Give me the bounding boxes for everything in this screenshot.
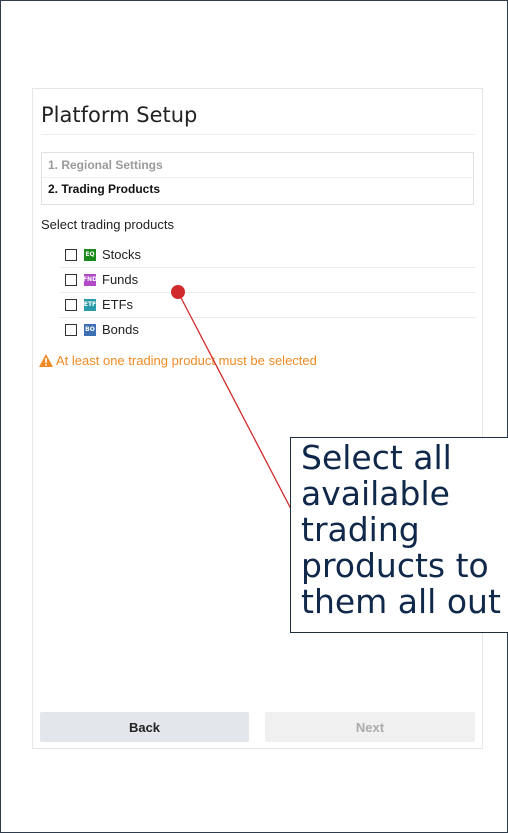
annotation-line: products to bbox=[301, 546, 489, 585]
row-divider bbox=[59, 292, 476, 293]
back-button[interactable]: Back bbox=[40, 712, 249, 742]
step-list: 1. Regional Settings 2. Trading Products bbox=[41, 152, 474, 205]
annotation-line: trading bbox=[301, 510, 420, 549]
annotation-line: them all out bbox=[301, 582, 501, 621]
warning-text: At least one trading product must be sel… bbox=[56, 353, 317, 368]
funds-label: Funds bbox=[102, 272, 139, 287]
product-row-stocks[interactable]: EQ Stocks bbox=[59, 244, 476, 265]
annotation-text: Select all available trading products to… bbox=[301, 440, 508, 620]
validation-warning: At least one trading product must be sel… bbox=[39, 353, 317, 368]
bonds-badge-icon: BO bbox=[84, 323, 96, 336]
etfs-label: ETFs bbox=[102, 297, 134, 312]
warning-icon bbox=[39, 354, 53, 367]
etfs-checkbox[interactable] bbox=[65, 298, 77, 311]
product-row-etfs[interactable]: ETF ETFs bbox=[59, 294, 476, 315]
row-divider bbox=[59, 267, 476, 268]
stocks-checkbox[interactable] bbox=[65, 248, 77, 261]
step-divider bbox=[42, 177, 473, 178]
step-regional-settings[interactable]: 1. Regional Settings bbox=[48, 158, 163, 172]
funds-checkbox[interactable] bbox=[65, 273, 77, 286]
product-row-bonds[interactable]: BO Bonds bbox=[59, 319, 476, 340]
stocks-label: Stocks bbox=[102, 247, 142, 262]
funds-badge-icon: FND bbox=[83, 273, 97, 286]
bonds-checkbox[interactable] bbox=[65, 323, 77, 336]
page-title: Platform Setup bbox=[41, 103, 198, 127]
etfs-badge-icon: ETF bbox=[84, 298, 96, 311]
step-trading-products[interactable]: 2. Trading Products bbox=[48, 182, 160, 196]
row-divider bbox=[59, 317, 476, 318]
section-label: Select trading products bbox=[41, 217, 174, 232]
bonds-label: Bonds bbox=[102, 322, 139, 337]
annotation-callout: Select all available trading products to… bbox=[290, 437, 508, 633]
product-row-funds[interactable]: FND Funds bbox=[59, 269, 476, 290]
next-button[interactable]: Next bbox=[265, 712, 475, 742]
stocks-badge-icon: EQ bbox=[84, 248, 96, 261]
title-divider bbox=[41, 134, 475, 135]
setup-panel: Platform Setup 1. Regional Settings 2. T… bbox=[32, 88, 483, 749]
annotation-line: Select all bbox=[301, 438, 452, 477]
annotation-line: available bbox=[301, 474, 450, 513]
